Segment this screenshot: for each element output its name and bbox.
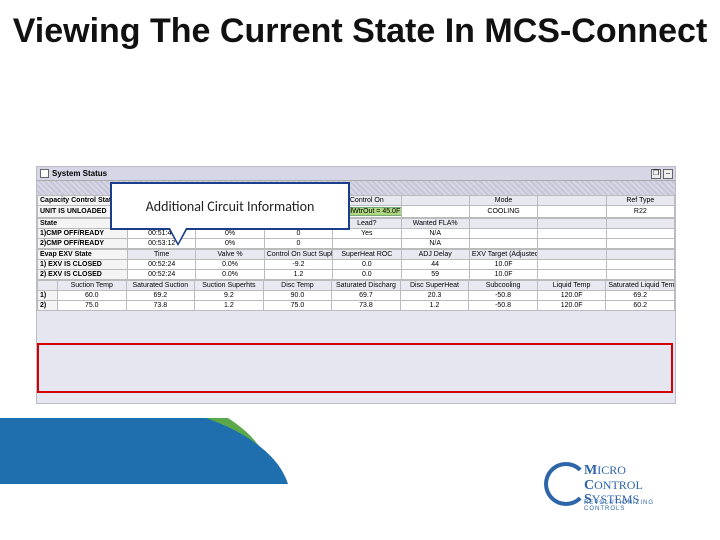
- mode-val: COOLING: [469, 206, 537, 218]
- logo-c-icon: [544, 462, 588, 506]
- maximize-icon[interactable]: ❐: [651, 169, 661, 179]
- checkbox-icon[interactable]: [40, 169, 49, 178]
- window-titlebar: System Status ❐ –: [37, 167, 675, 181]
- mcs-logo: MICRO CONTROL SYSTEMS REVOLUTIONIZING CO…: [544, 458, 694, 510]
- evap-table: Evap EXV State Time Valve % Control On S…: [37, 249, 675, 280]
- circuit-table: Suction Temp Saturated Suction Suction S…: [37, 280, 675, 311]
- callout-tail-fill: [170, 228, 186, 243]
- minimize-icon[interactable]: –: [663, 169, 673, 179]
- table-row: 1)CMP OFF/READY 00:51:41 0% 0 Yes N/A: [38, 229, 675, 239]
- window-title: System Status: [52, 169, 107, 178]
- logo-subtitle: REVOLUTIONIZING CONTROLS: [584, 500, 694, 512]
- callout-box: Additional Circuit Information: [110, 182, 350, 230]
- table-row: 2)CMP OFF/READY 00:53:12 0% 0 N/A: [38, 239, 675, 249]
- th-mode: Mode: [469, 196, 537, 206]
- table-row: 1) 60.0 69.2 9.2 90.0 69.7 20.3 -50.8 12…: [38, 291, 675, 301]
- callout-text: Additional Circuit Information: [146, 198, 315, 215]
- slide-title: Viewing The Current State In MCS-Connect: [0, 0, 720, 61]
- th-reftype: Ref Type: [606, 196, 674, 206]
- table-row: 2) EXV IS CLOSED 00:52:24 0.0% 1.2 0.0 5…: [38, 270, 675, 280]
- table-row: 2) 75.0 73.8 1.2 75.0 73.8 1.2 -50.8 120…: [38, 301, 675, 311]
- table-row: 1) EXV IS CLOSED 00:52:24 0.0% -9.2 0.0 …: [38, 260, 675, 270]
- decorative-sweep: [0, 418, 340, 484]
- reftype-val: R22: [606, 206, 674, 218]
- highlight-box: [37, 343, 673, 393]
